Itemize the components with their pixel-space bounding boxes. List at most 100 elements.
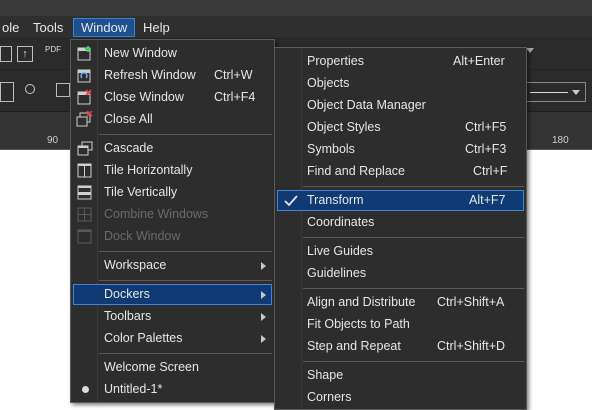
dockers-submenu: Properties Alt+Enter Objects Object Data…: [274, 47, 527, 410]
submenu-arrow-icon: [261, 335, 266, 343]
menu-item-transform[interactable]: Transform Alt+F7: [277, 190, 524, 211]
window-menu: New Window Refresh Window Ctrl+W Close W…: [70, 39, 275, 403]
menu-item-label: Combine Windows: [104, 207, 209, 221]
menu-item-label: Welcome Screen: [104, 360, 199, 374]
menu-item-shortcut: Ctrl+F5: [465, 120, 507, 134]
menu-item-objects[interactable]: Objects: [277, 73, 524, 94]
menu-item-properties[interactable]: Properties Alt+Enter: [277, 51, 524, 72]
tile-vertically-icon: [76, 184, 94, 201]
menu-item-live-guides[interactable]: Live Guides: [277, 241, 524, 262]
menu-item-label: Toolbars: [104, 309, 152, 323]
ruler-label: 180: [552, 135, 569, 146]
menu-item-untitled-1[interactable]: Untitled-1*: [73, 379, 272, 400]
menu-item-new-window[interactable]: New Window: [73, 43, 272, 64]
new-window-icon: [76, 45, 94, 62]
close-window-icon: [76, 89, 94, 106]
tile-horizontally-icon: [76, 162, 94, 179]
menu-item-label: Properties: [307, 54, 364, 68]
menu-item-shortcut: Alt+F7: [469, 193, 506, 207]
menu-item-label: Tile Vertically: [104, 185, 178, 199]
menu-item-shortcut: Ctrl+Shift+A: [437, 295, 505, 309]
menu-item-shortcut: Ctrl+Shift+D: [437, 339, 506, 353]
ruler-label: 90: [47, 135, 59, 146]
menu-item-tile-vertically[interactable]: Tile Vertically: [73, 182, 272, 203]
export-icon[interactable]: ↑: [17, 46, 33, 62]
menu-tools[interactable]: Tools: [26, 18, 70, 37]
menu-item-label: Close Window: [104, 90, 184, 104]
menu-item-label: Refresh Window: [104, 68, 196, 82]
menu-item-close-all[interactable]: Close All: [73, 109, 272, 130]
menu-item-label: Find and Replace: [307, 164, 405, 178]
menu-item-workspace[interactable]: Workspace: [73, 255, 272, 276]
menu-item-label: Dock Window: [104, 229, 181, 243]
menu-help[interactable]: Help: [136, 18, 177, 37]
menu-item-label: Guidelines: [307, 266, 367, 280]
menu-item-guidelines[interactable]: Guidelines: [277, 263, 524, 284]
menu-item-align-and-distribute[interactable]: Align and Distribute Ctrl+Shift+A: [277, 292, 524, 313]
menu-item-label: Transform: [307, 193, 364, 207]
menu-item-coordinates[interactable]: Coordinates: [277, 212, 524, 233]
align-icon[interactable]: [56, 83, 70, 97]
menu-item-dock-window: Dock Window: [73, 226, 272, 247]
menu-window[interactable]: Window: [73, 18, 136, 37]
menu-item-label: New Window: [104, 46, 177, 60]
menu-item-label: Fit Objects to Path: [307, 317, 410, 331]
menu-item-shortcut: Alt+Enter: [453, 54, 505, 68]
menu-item-shape[interactable]: Shape: [277, 365, 524, 386]
menu-item-welcome-screen[interactable]: Welcome Screen: [73, 357, 272, 378]
chevron-down-icon[interactable]: [526, 48, 534, 53]
menu-item-object-styles[interactable]: Object Styles Ctrl+F5: [277, 117, 524, 138]
menu-item-object-data-manager[interactable]: Object Data Manager: [277, 95, 524, 116]
menu-item-label: Untitled-1*: [104, 382, 163, 396]
menu-item-symbols[interactable]: Symbols Ctrl+F3: [277, 139, 524, 160]
menu-item-color-palettes[interactable]: Color Palettes: [73, 328, 272, 349]
menu-item-cascade[interactable]: Cascade: [73, 138, 272, 159]
menu-item-label: Align and Distribute: [307, 295, 416, 309]
menu-item-dockers[interactable]: Dockers: [73, 284, 272, 305]
publish-pdf-icon[interactable]: PDF: [45, 45, 61, 54]
menu-item-label: Object Styles: [307, 120, 381, 134]
menu-item-label: Corners: [307, 390, 352, 404]
menu-item-find-and-replace[interactable]: Find and Replace Ctrl+F: [277, 161, 524, 182]
menu-item-combine-windows: Combine Windows: [73, 204, 272, 225]
checkmark-icon: [282, 192, 300, 209]
cascade-icon: [76, 140, 94, 157]
menu-item-shortcut: Ctrl+W: [214, 68, 253, 82]
menu-item-close-window[interactable]: Close Window Ctrl+F4: [73, 87, 272, 108]
menu-item-label: Coordinates: [307, 215, 375, 229]
menu-item-label: Workspace: [104, 258, 167, 272]
menu-item-label: Symbols: [307, 142, 355, 156]
submenu-arrow-icon: [261, 291, 266, 299]
menu-item-refresh-window[interactable]: Refresh Window Ctrl+W: [73, 65, 272, 86]
menu-item-label: Dockers: [104, 287, 150, 301]
menu-item-step-and-repeat[interactable]: Step and Repeat Ctrl+Shift+D: [277, 336, 524, 357]
combine-windows-icon: [76, 206, 94, 223]
menu-item-shortcut: Ctrl+F: [473, 164, 508, 178]
title-bar: [0, 0, 592, 16]
menu-file-partial[interactable]: ole: [0, 18, 26, 37]
submenu-arrow-icon: [261, 313, 266, 321]
menu-item-fit-objects-to-path[interactable]: Fit Objects to Path: [277, 314, 524, 335]
menu-item-toolbars[interactable]: Toolbars: [73, 306, 272, 327]
menu-item-corners[interactable]: Corners: [277, 387, 524, 408]
menu-item-label: Live Guides: [307, 244, 374, 258]
menu-item-label: Tile Horizontally: [104, 163, 193, 177]
menu-item-label: Color Palettes: [104, 331, 183, 345]
menu-item-label: Object Data Manager: [307, 98, 426, 112]
close-all-icon: [76, 110, 94, 128]
chevron-down-icon: [572, 90, 580, 95]
refresh-window-icon: [76, 67, 94, 84]
toolbar-icon[interactable]: [0, 46, 12, 62]
menu-bar: ole Tools Window Help: [0, 16, 592, 39]
menu-item-shortcut: Ctrl+F4: [214, 90, 256, 104]
menu-item-label: Objects: [307, 76, 350, 90]
active-document-dot-icon: [82, 386, 89, 393]
circle-icon[interactable]: [25, 84, 35, 94]
outline-style-dropdown[interactable]: [526, 82, 586, 102]
submenu-arrow-icon: [261, 262, 266, 270]
property-field[interactable]: [0, 82, 14, 102]
menu-item-shortcut: Ctrl+F3: [465, 142, 507, 156]
dock-window-icon: [76, 228, 94, 245]
menu-item-label: Close All: [104, 112, 153, 126]
menu-item-tile-horizontally[interactable]: Tile Horizontally: [73, 160, 272, 181]
